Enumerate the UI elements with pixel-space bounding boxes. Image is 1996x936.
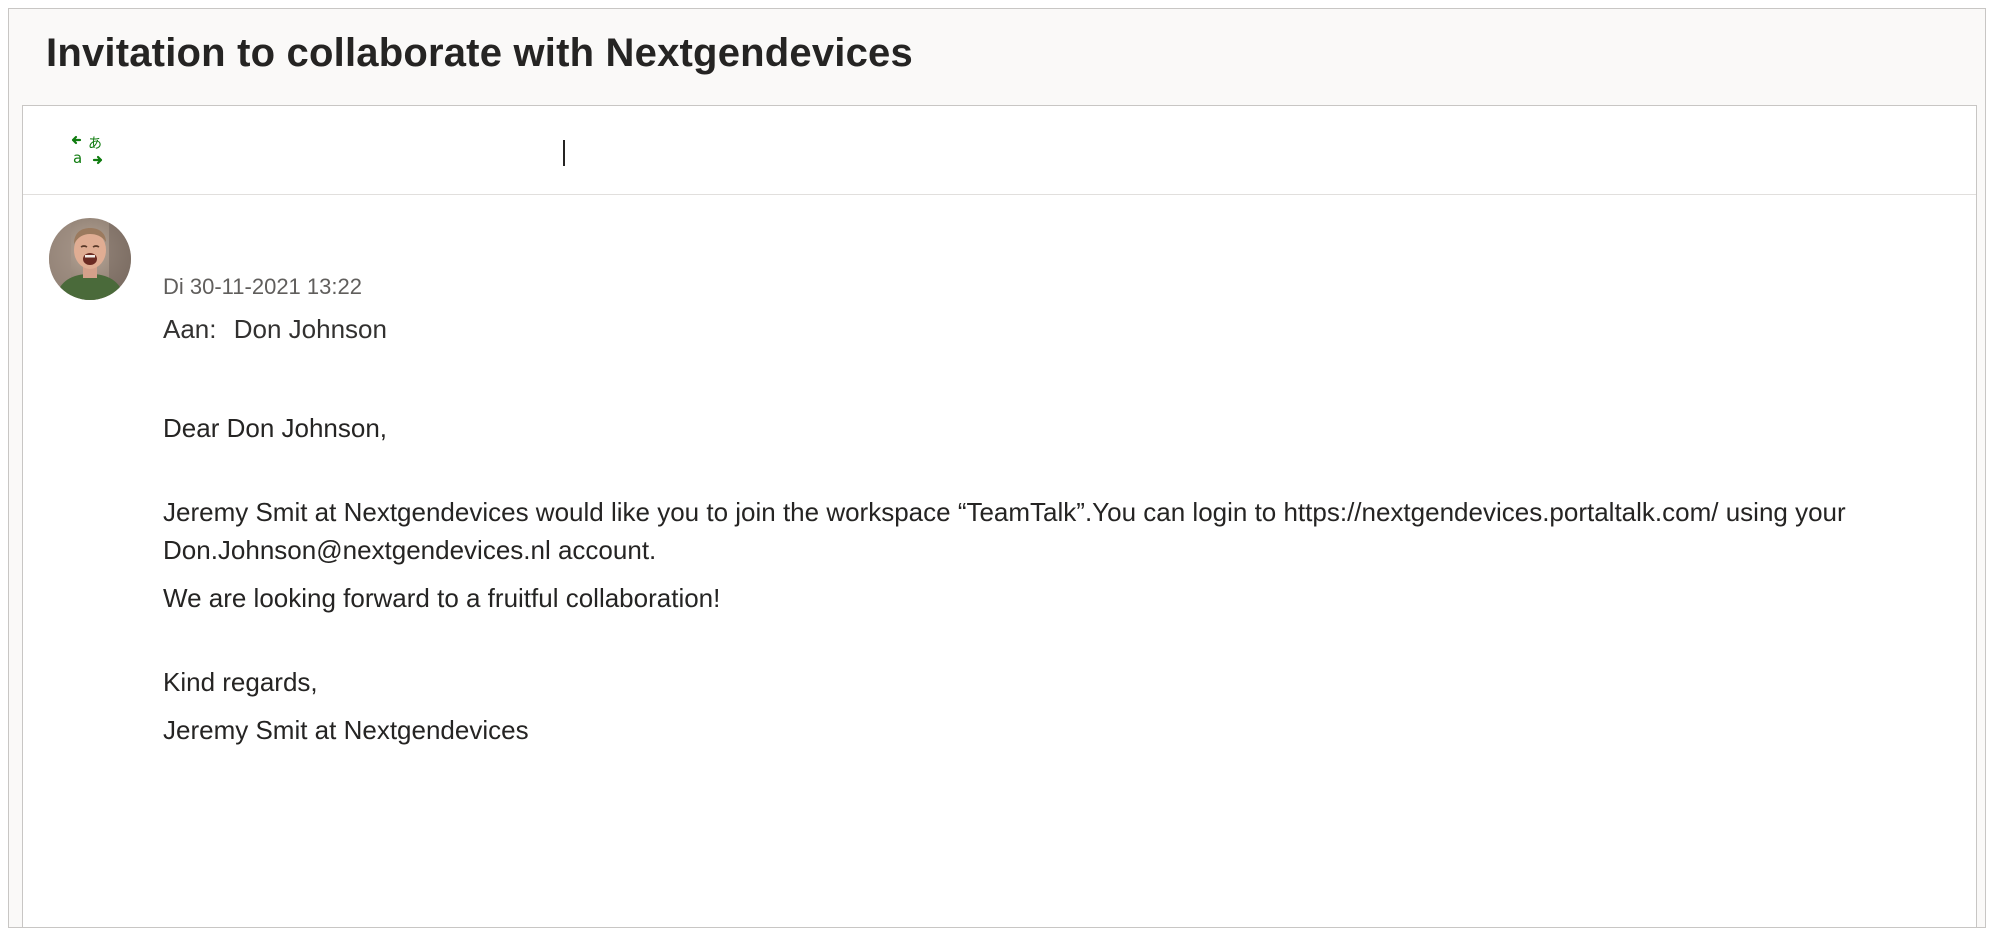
email-signature: Jeremy Smit at Nextgendevices [163,715,529,745]
email-closing: Kind regards, [163,667,318,697]
email-date: Di 30-11-2021 13:22 [163,274,362,299]
to-label: Aan: [163,314,217,344]
svg-text:a: a [73,149,82,167]
email-subject: Invitation to collaborate with Nextgende… [46,31,913,75]
email-reading-window: Invitation to collaborate with Nextgende… [8,8,1986,928]
translate-icon: a あ [71,135,103,167]
svg-text:あ: あ [88,136,102,152]
email-paragraph: We are looking forward to a fruitful col… [163,583,721,613]
email-paragraph: Jeremy Smit at Nextgendevices would like… [163,497,1846,565]
subject-bar: Invitation to collaborate with Nextgende… [9,9,1985,105]
recipient-name[interactable]: Don Johnson [234,314,387,344]
sender-photo [49,218,131,300]
message-panel: a あ Di 30-11-2021 13:22 Aan: Don Johnson… [22,105,1977,927]
text-cursor [563,140,565,166]
translate-button[interactable]: a あ [63,126,111,174]
email-greeting: Dear Don Johnson, [163,413,388,443]
message-toolbar: a あ [23,106,1976,195]
email-body: Dear Don Johnson, Jeremy Smit at Nextgen… [163,409,1963,749]
sender-avatar[interactable] [49,218,131,300]
email-recipients: Aan: Don Johnson [163,314,387,345]
